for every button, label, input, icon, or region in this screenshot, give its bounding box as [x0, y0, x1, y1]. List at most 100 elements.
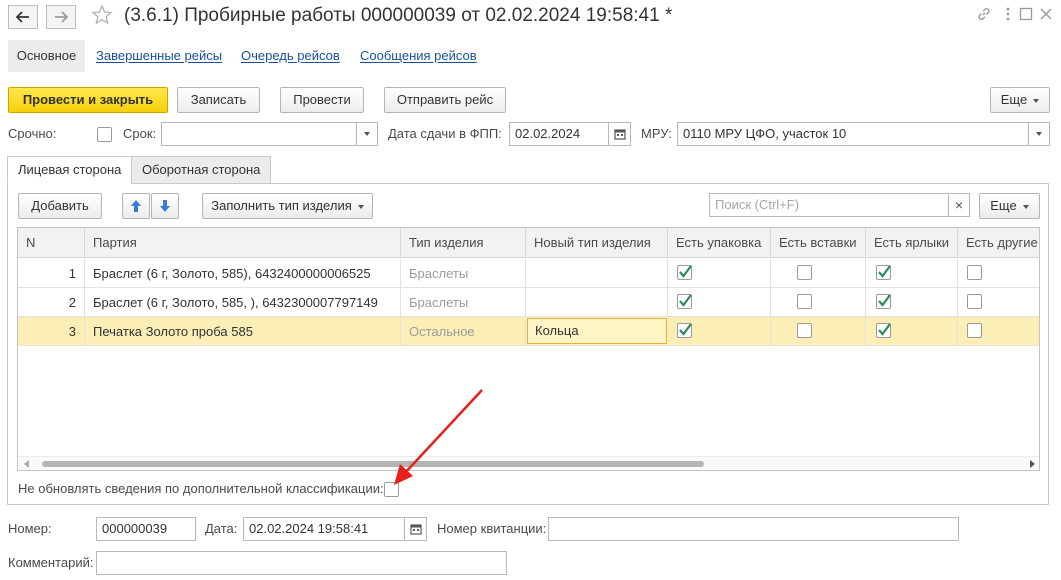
column-labels[interactable]: Есть ярлыки: [866, 228, 958, 258]
chevron-down-icon: [1036, 132, 1042, 136]
column-new-item-type[interactable]: Новый тип изделия: [526, 228, 668, 258]
inserts-cell: [771, 317, 866, 346]
column-n[interactable]: N: [18, 228, 85, 258]
inserts-checkbox[interactable]: [797, 323, 812, 338]
send-trip-button[interactable]: Отправить рейс: [384, 87, 506, 113]
column-other[interactable]: Есть другие: [958, 228, 1039, 258]
search-input[interactable]: Поиск (Ctrl+F): [709, 193, 949, 217]
deadline-dropdown-button[interactable]: [357, 122, 378, 146]
fill-item-type-button[interactable]: Заполнить тип изделия: [202, 193, 373, 219]
close-icon[interactable]: [1038, 6, 1054, 22]
search-clear-button[interactable]: ×: [949, 193, 970, 217]
calendar-icon: [409, 524, 422, 535]
other-checkbox[interactable]: [967, 294, 982, 309]
table-row-selected[interactable]: 3 Печатка Золото проба 585 Остальное Кол…: [18, 317, 1039, 346]
packaging-cell: [668, 259, 771, 288]
scrollbar-thumb[interactable]: [42, 461, 704, 467]
favorite-star-icon[interactable]: [91, 4, 113, 26]
packaging-checkbox[interactable]: [677, 265, 692, 280]
table-more-label: Еще: [990, 198, 1017, 213]
inserts-checkbox[interactable]: [797, 294, 812, 309]
more-button[interactable]: Еще: [990, 87, 1050, 113]
fill-item-type-label: Заполнить тип изделия: [211, 198, 352, 213]
tab-back-side[interactable]: Оборотная сторона: [131, 156, 272, 184]
row-number: 3: [18, 317, 85, 346]
section-main[interactable]: Основное: [8, 40, 85, 72]
table-row[interactable]: 1 Браслет (6 г, Золото, 585), 6432400000…: [18, 259, 1039, 288]
window-title: (3.6.1) Пробирные работы 000000039 от 02…: [124, 5, 673, 26]
section-trip-messages[interactable]: Сообщения рейсов: [360, 40, 477, 72]
forward-arrow-icon: [55, 11, 68, 23]
post-button[interactable]: Провести: [280, 87, 364, 113]
row-number: 1: [18, 259, 85, 288]
mru-dropdown-button[interactable]: [1029, 122, 1050, 146]
back-button[interactable]: [8, 5, 38, 29]
scroll-right-icon[interactable]: [1029, 460, 1035, 468]
mru-label: МРУ:: [641, 126, 672, 141]
deadline-field[interactable]: [161, 122, 357, 146]
scroll-left-icon[interactable]: [24, 460, 30, 468]
mru-field[interactable]: 0110 МРУ ЦФО, участок 10: [677, 122, 1029, 146]
column-item-type[interactable]: Тип изделия: [401, 228, 526, 258]
horizontal-scrollbar[interactable]: [18, 456, 1039, 470]
other-checkbox[interactable]: [967, 265, 982, 280]
link-icon[interactable]: [976, 6, 992, 22]
column-batch[interactable]: Партия: [85, 228, 401, 258]
move-down-button[interactable]: [151, 193, 179, 219]
number-label: Номер:: [8, 521, 52, 536]
packaging-checkbox[interactable]: [677, 323, 692, 338]
items-table[interactable]: N Партия Тип изделия Новый тип изделия Е…: [17, 227, 1040, 471]
labels-cell: [866, 288, 958, 317]
add-row-button[interactable]: Добавить: [18, 193, 102, 219]
forward-button[interactable]: [46, 5, 76, 29]
other-checkbox[interactable]: [967, 323, 982, 338]
new-item-type-edit-cell[interactable]: Кольца: [527, 318, 667, 344]
receipt-number-label: Номер квитанции:: [437, 521, 547, 536]
move-up-button[interactable]: [122, 193, 150, 219]
fpp-date-label: Дата сдачи в ФПП:: [388, 126, 502, 141]
inserts-cell: [771, 259, 866, 288]
date-calendar-button[interactable]: [405, 517, 427, 541]
item-type-cell: Браслеты: [401, 288, 526, 317]
inserts-checkbox[interactable]: [797, 265, 812, 280]
packaging-checkbox[interactable]: [677, 294, 692, 309]
table-row[interactable]: 2 Браслет (6 г, Золото, 585, ), 64323000…: [18, 288, 1039, 317]
new-item-type-cell[interactable]: [526, 288, 668, 317]
table-more-button[interactable]: Еще: [979, 193, 1040, 219]
move-up-icon: [131, 200, 141, 212]
save-button[interactable]: Записать: [177, 87, 260, 113]
fpp-calendar-button[interactable]: [609, 122, 631, 146]
labels-checkbox[interactable]: [876, 265, 891, 280]
chevron-down-icon: [1033, 98, 1040, 103]
item-type-cell: Остальное: [401, 317, 526, 346]
chevron-down-icon: [357, 204, 364, 209]
section-completed-trips[interactable]: Завершенные рейсы: [96, 40, 222, 72]
comment-label: Комментарий:: [8, 555, 94, 570]
calendar-icon: [613, 129, 626, 140]
urgent-checkbox[interactable]: [97, 127, 112, 142]
comment-field[interactable]: [96, 551, 507, 575]
batch-cell: Печатка Золото проба 585: [85, 317, 401, 346]
date-field[interactable]: 02.02.2024 19:58:41: [243, 517, 405, 541]
more-label: Еще: [1000, 92, 1028, 107]
more-vertical-icon[interactable]: [1000, 6, 1016, 22]
column-packaging[interactable]: Есть упаковка: [668, 228, 771, 258]
maximize-icon[interactable]: [1018, 6, 1034, 22]
batch-cell: Браслет (6 г, Золото, 585, ), 6432300007…: [85, 288, 401, 317]
column-inserts[interactable]: Есть вставки: [771, 228, 866, 258]
close-icon: ×: [954, 197, 964, 213]
new-item-type-cell[interactable]: [526, 259, 668, 288]
no-update-label: Не обновлять сведения по дополнительной …: [18, 481, 384, 496]
section-trip-queue[interactable]: Очередь рейсов: [241, 40, 340, 72]
labels-checkbox[interactable]: [876, 294, 891, 309]
table-header: N Партия Тип изделия Новый тип изделия Е…: [18, 228, 1039, 258]
labels-cell: [866, 317, 958, 346]
other-cell: [958, 288, 1039, 317]
labels-checkbox[interactable]: [876, 323, 891, 338]
row-number: 2: [18, 288, 85, 317]
fpp-date-field[interactable]: 02.02.2024: [509, 122, 609, 146]
tab-front-side[interactable]: Лицевая сторона: [7, 156, 133, 184]
receipt-number-field[interactable]: [548, 517, 959, 541]
number-field[interactable]: 000000039: [96, 517, 196, 541]
post-and-close-button[interactable]: Провести и закрыть: [8, 87, 168, 113]
